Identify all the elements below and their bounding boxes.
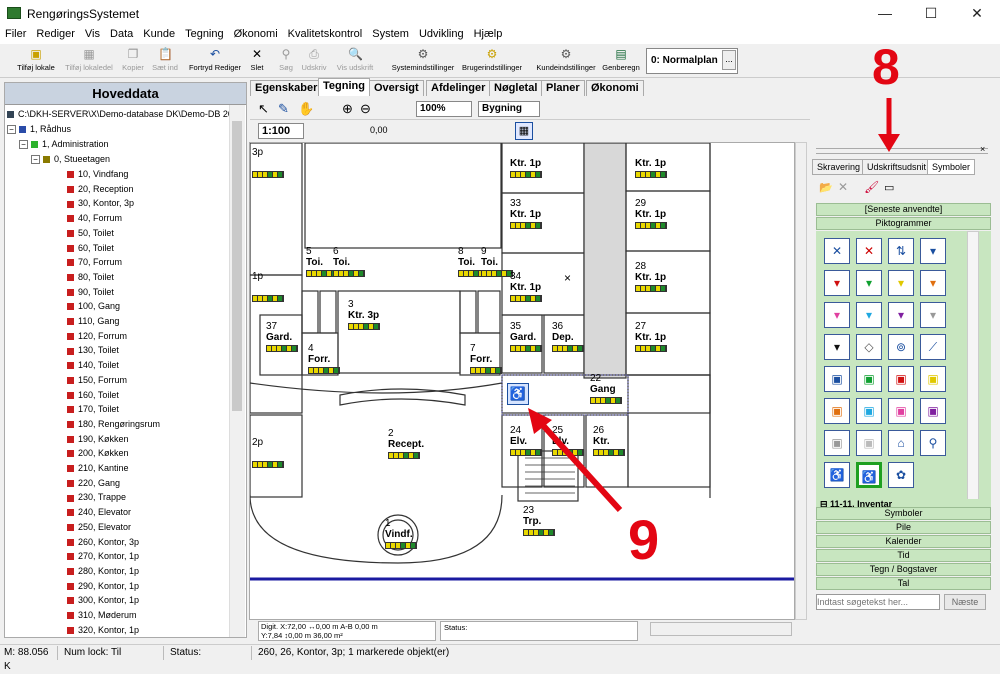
arrow-8-head (878, 134, 900, 152)
annotation-arrows (528, 98, 900, 513)
arrow-9-shaft (537, 419, 623, 513)
